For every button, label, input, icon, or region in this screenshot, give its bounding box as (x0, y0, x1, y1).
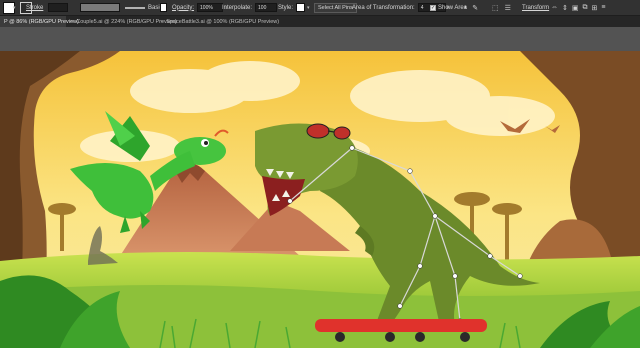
control-bar: ▾ Stroke Basic ▾ Opacity: 100% › Interpo… (0, 0, 640, 16)
artwork (0, 51, 640, 348)
align-tools: ⬚ ☰ (492, 0, 511, 15)
pasteboard (0, 27, 640, 51)
fill-dropdown[interactable]: ▾ (13, 0, 17, 15)
arrange-icon[interactable]: ⧉ (583, 4, 588, 12)
show-area-label: Show Area (438, 4, 468, 11)
puppet-tools: ◐ ✎ (464, 0, 478, 15)
close-icon[interactable]: × (70, 19, 73, 25)
opacity-input[interactable]: 100% (197, 3, 224, 12)
style-swatch-button[interactable] (160, 0, 167, 15)
tab-label: SpaceBattle3.ai @ 100% (RGB/GPU Preview) (166, 18, 280, 25)
flip-vertical-icon[interactable]: ⇕ (562, 4, 568, 12)
distribute-icon[interactable]: ☰ (505, 4, 511, 12)
align-icon[interactable]: ⬚ (492, 4, 499, 12)
stroke-text: Stroke (26, 4, 44, 11)
style-label: Style: (278, 4, 294, 11)
graphic-style-swatch[interactable] (160, 3, 167, 12)
document-tabs: P @ 86% (RGB/GPU Preview) × Couple5.ai @… (0, 16, 640, 27)
grid-icon[interactable]: ⊞ (592, 4, 598, 12)
isolate-icon[interactable]: ▣ (572, 4, 579, 12)
opacity-control[interactable]: Opacity: 100% › (172, 0, 229, 15)
select-all-pins-button[interactable]: Select All Pins (314, 2, 357, 13)
opacity-label: Opacity: (172, 4, 195, 11)
tab-document-1[interactable]: P @ 86% (RGB/GPU Preview) (0, 16, 79, 27)
artboard-canvas[interactable] (0, 51, 640, 348)
close-icon[interactable]: × (160, 19, 163, 25)
chevron-down-icon: ▾ (13, 4, 16, 11)
variable-width-field[interactable] (80, 0, 120, 15)
interpolate-label: Interpolate: (222, 4, 253, 11)
recolor-icon[interactable]: ◐ (464, 4, 468, 11)
style-control[interactable]: Style: ▾ (278, 0, 311, 15)
select-all-pins-control[interactable]: Select All Pins (314, 0, 357, 15)
stroke-weight-input[interactable] (48, 3, 68, 12)
show-area-checkbox[interactable]: ✓ (430, 4, 436, 11)
transform-label[interactable]: Transform (522, 5, 549, 11)
interpolate-input[interactable]: 100 (255, 3, 278, 12)
tab-document-2[interactable]: × Couple5.ai @ 224% (RGB/GPU Preview) (66, 16, 177, 27)
pen-icon[interactable]: ✎ (472, 4, 478, 12)
chevron-down-icon: ▾ (307, 4, 310, 11)
right-tools: ⇔ ⇕ ▣ ⧉ ⊞ ≡ (551, 0, 605, 15)
brush-stroke-preview (125, 6, 145, 9)
stroke-label[interactable]: Stroke (26, 0, 43, 15)
interpolate-control[interactable]: Interpolate: 100 (222, 0, 278, 15)
tab-document-3[interactable]: × SpaceBattle3.ai @ 100% (RGB/GPU Previe… (156, 16, 279, 27)
style-swatch[interactable] (296, 3, 306, 12)
transform-control[interactable]: Transform (522, 0, 549, 15)
variable-width-input[interactable] (80, 3, 120, 12)
panel-menu-icon[interactable]: ≡ (601, 4, 605, 11)
show-area-control[interactable]: ✓ Show Area (430, 0, 467, 15)
area-label: Area of Transformation: (352, 4, 415, 11)
stroke-weight-field[interactable] (48, 0, 68, 15)
flip-horizontal-icon[interactable]: ⇔ (551, 4, 558, 11)
